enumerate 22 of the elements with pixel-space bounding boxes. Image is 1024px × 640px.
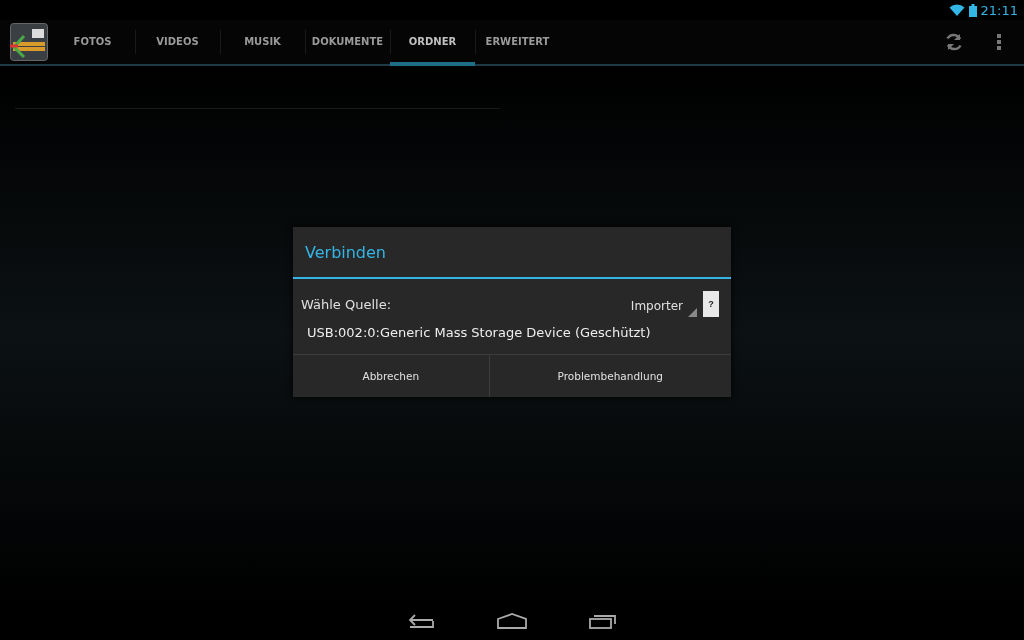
tab[interactable]: MUSIK xyxy=(220,20,305,66)
troubleshoot-button[interactable]: Problembehandlung xyxy=(488,355,731,397)
refresh-icon[interactable] xyxy=(944,32,964,52)
battery-icon xyxy=(968,3,977,17)
source-label: Wähle Quelle: xyxy=(301,296,393,312)
tab[interactable]: VIDEOS xyxy=(135,20,220,66)
overflow-menu-icon[interactable] xyxy=(996,33,1002,51)
wifi-icon xyxy=(948,3,965,17)
tab[interactable]: ERWEITERT xyxy=(475,20,560,66)
home-icon[interactable] xyxy=(497,613,527,629)
mode-dropdown[interactable]: Importer xyxy=(630,293,697,319)
dropdown-arrow-icon xyxy=(688,308,697,317)
app-logo-icon[interactable] xyxy=(10,23,48,61)
recent-apps-icon[interactable] xyxy=(589,613,617,629)
source-list-item[interactable]: USB:002:0:Generic Mass Storage Device (Geschützt) xyxy=(301,325,719,340)
tab[interactable]: FOTOS xyxy=(50,20,135,66)
help-button[interactable]: ? xyxy=(703,291,719,317)
tab[interactable]: DOKUMENTE xyxy=(305,20,390,66)
cancel-button[interactable]: Abbrechen xyxy=(293,355,489,397)
clock-time: 21:11 xyxy=(980,2,1018,18)
dialog-title: Verbinden xyxy=(305,242,386,262)
back-icon[interactable] xyxy=(407,614,435,628)
